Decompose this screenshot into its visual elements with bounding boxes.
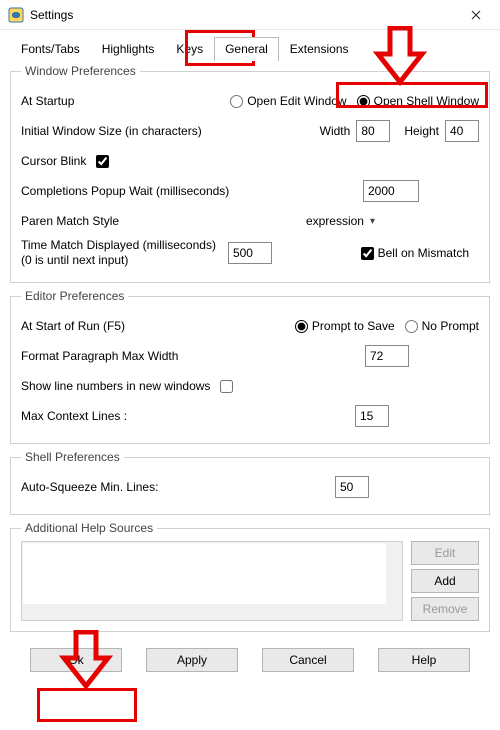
radio-open-shell-label: Open Shell Window [374, 94, 479, 108]
tab-general[interactable]: General [214, 37, 279, 61]
label-linenums: Show line numbers in new windows [21, 379, 210, 393]
checkbox-linenums[interactable] [220, 380, 233, 393]
group-window-preferences: Window Preferences At Startup Open Edit … [10, 64, 490, 283]
label-max-context: Max Context Lines : [21, 409, 127, 423]
listbox-help-sources[interactable] [21, 541, 403, 621]
radio-open-shell-window[interactable]: Open Shell Window [357, 94, 479, 108]
label-prompt-save: Prompt to Save [312, 319, 395, 333]
scrollbar-corner [386, 604, 402, 620]
label-at-startup: At Startup [21, 94, 74, 108]
annotation-box-ok [37, 688, 137, 722]
radio-no-prompt-input[interactable] [405, 320, 418, 333]
label-time-match-1: Time Match Displayed (milliseconds) [21, 238, 216, 252]
label-paren-style: Paren Match Style [21, 214, 119, 228]
row-start-run: At Start of Run (F5) Prompt to Save No P… [21, 313, 479, 339]
input-width[interactable] [356, 120, 390, 142]
row-linenums: Show line numbers in new windows [21, 373, 479, 399]
radio-open-edit-window[interactable]: Open Edit Window [230, 94, 346, 108]
button-ok[interactable]: Ok [30, 648, 122, 672]
radio-prompt-save-input[interactable] [295, 320, 308, 333]
checkbox-cursor-blink[interactable] [96, 155, 109, 168]
input-completions-wait[interactable] [363, 180, 419, 202]
group-shell-preferences: Shell Preferences Auto-Squeeze Min. Line… [10, 450, 490, 515]
radio-open-edit-label: Open Edit Window [247, 94, 346, 108]
label-height: Height [404, 124, 439, 138]
input-max-context[interactable] [355, 405, 389, 427]
button-apply[interactable]: Apply [146, 648, 238, 672]
row-max-context: Max Context Lines : [21, 403, 479, 429]
scrollbar-vertical[interactable] [386, 542, 402, 604]
row-time-match: Time Match Displayed (milliseconds) (0 i… [21, 238, 479, 268]
tab-keys[interactable]: Keys [165, 37, 214, 61]
dropdown-paren-style[interactable]: expression ▾ [302, 212, 379, 230]
radio-no-prompt[interactable]: No Prompt [405, 319, 479, 333]
label-width: Width [320, 124, 351, 138]
radio-prompt-save[interactable]: Prompt to Save [295, 319, 395, 333]
tab-extensions[interactable]: Extensions [279, 37, 360, 61]
legend-window-prefs: Window Preferences [21, 64, 140, 78]
label-time-match: Time Match Displayed (milliseconds) (0 i… [21, 238, 216, 268]
label-format-width: Format Paragraph Max Width [21, 349, 178, 363]
input-format-width[interactable] [365, 345, 409, 367]
row-format-width: Format Paragraph Max Width [21, 343, 479, 369]
row-completions: Completions Popup Wait (milliseconds) [21, 178, 479, 204]
row-help-sources: Edit Add Remove [21, 541, 479, 621]
input-autosqueeze[interactable] [335, 476, 369, 498]
tab-highlights[interactable]: Highlights [91, 37, 166, 61]
titlebar: Settings [0, 0, 500, 30]
row-window-size: Initial Window Size (in characters) Widt… [21, 118, 479, 144]
checkbox-bell-mismatch-label[interactable]: Bell on Mismatch [361, 246, 469, 260]
row-cursor-blink: Cursor Blink [21, 148, 479, 174]
tab-fonts[interactable]: Fonts/Tabs [10, 37, 91, 61]
dropdown-paren-value: expression [306, 214, 364, 228]
row-autosqueeze: Auto-Squeeze Min. Lines: [21, 474, 479, 500]
group-help-sources: Additional Help Sources Edit Add Remove [10, 521, 490, 632]
chevron-down-icon: ▾ [370, 216, 375, 227]
label-autosqueeze: Auto-Squeeze Min. Lines: [21, 480, 158, 494]
radio-open-edit-window-input[interactable] [230, 95, 243, 108]
radio-open-shell-window-input[interactable] [357, 95, 370, 108]
label-completions: Completions Popup Wait (milliseconds) [21, 184, 229, 198]
settings-tabs: Fonts/Tabs Highlights Keys General Exten… [0, 30, 500, 60]
legend-editor-prefs: Editor Preferences [21, 289, 128, 303]
app-icon [8, 7, 24, 23]
button-help[interactable]: Help [378, 648, 470, 672]
legend-shell-prefs: Shell Preferences [21, 450, 124, 464]
button-remove-helpsource[interactable]: Remove [411, 597, 479, 621]
group-editor-preferences: Editor Preferences At Start of Run (F5) … [10, 289, 490, 444]
label-time-match-2: (0 is until next input) [21, 253, 128, 267]
close-button[interactable] [456, 1, 496, 29]
input-height[interactable] [445, 120, 479, 142]
label-bell-mismatch: Bell on Mismatch [378, 246, 469, 260]
label-window-size: Initial Window Size (in characters) [21, 124, 202, 138]
button-cancel[interactable]: Cancel [262, 648, 354, 672]
window-title: Settings [30, 8, 456, 22]
scrollbar-horizontal[interactable] [22, 604, 386, 620]
dialog-button-bar: Ok Apply Cancel Help [10, 638, 490, 684]
label-at-start-run: At Start of Run (F5) [21, 319, 125, 333]
label-no-prompt: No Prompt [422, 319, 479, 333]
row-paren-style: Paren Match Style expression ▾ [21, 208, 479, 234]
checkbox-bell-mismatch[interactable] [361, 247, 374, 260]
label-cursor-blink: Cursor Blink [21, 154, 86, 168]
row-startup: At Startup Open Edit Window Open Shell W… [21, 88, 479, 114]
input-time-match[interactable] [228, 242, 272, 264]
button-edit-helpsource[interactable]: Edit [411, 541, 479, 565]
button-add-helpsource[interactable]: Add [411, 569, 479, 593]
legend-help-sources: Additional Help Sources [21, 521, 157, 535]
